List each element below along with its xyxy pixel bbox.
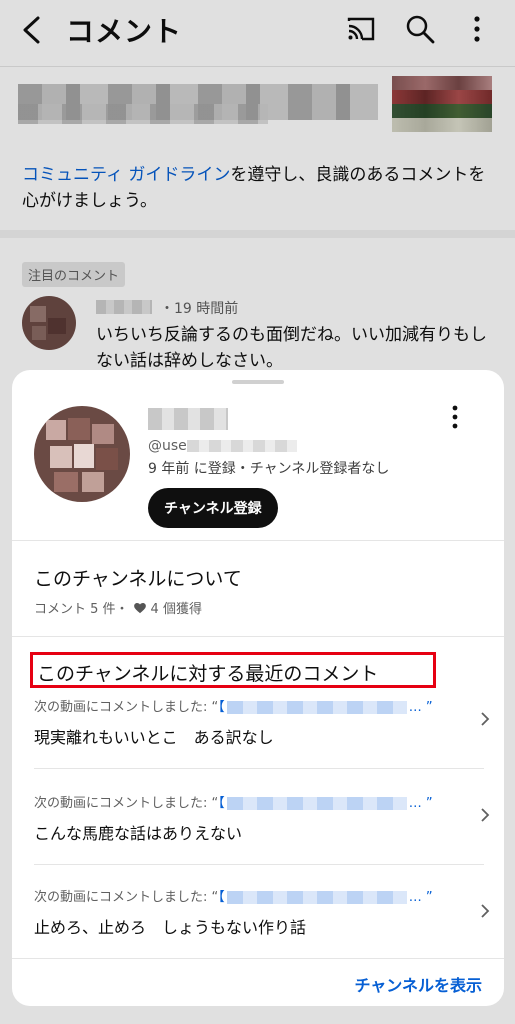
recent-comment-video: 次の動画にコメントしました: “【… ” — [34, 890, 433, 905]
chevron-right-icon — [481, 808, 490, 822]
heart-icon — [133, 602, 146, 613]
recent-comment-video: 次の動画にコメントしました: “【… ” — [34, 796, 433, 811]
channel-meta: 9 年前 に登録・チャンネル登録者なし — [148, 461, 390, 477]
divider — [34, 768, 484, 769]
recent-comments-title: このチャンネルに対する最近のコメント — [30, 652, 436, 688]
recent-comment-text: こんな馬鹿な話はありえない — [34, 824, 243, 843]
channel-avatar[interactable] — [34, 406, 130, 502]
channel-info-sheet: @use 9 年前 に登録・チャンネル登録者なし チャンネル登録 このチャンネル… — [12, 370, 504, 1006]
about-channel-title: このチャンネルについて — [34, 568, 242, 590]
divider — [12, 958, 504, 959]
divider — [12, 636, 504, 637]
like-count: 4 個獲得 — [150, 602, 202, 617]
comment-count: コメント 5 件・ — [34, 602, 129, 617]
channel-name — [148, 408, 228, 430]
divider — [34, 864, 484, 865]
chevron-right-icon — [481, 904, 490, 918]
channel-stats: コメント 5 件・ 4 個獲得 — [34, 598, 202, 617]
chevron-right-icon — [481, 712, 490, 726]
recent-comment-text: 止めろ、止めろ しょうもない作り話 — [34, 918, 307, 937]
recent-comment-video: 次の動画にコメントしました: “【… ” — [34, 700, 433, 715]
channel-handle: @use — [148, 438, 297, 454]
recent-comment-text: 現実離れもいいとこ ある訳なし — [34, 728, 274, 747]
view-channel-button[interactable]: チャンネルを表示 — [354, 972, 482, 996]
recent-comment-item[interactable]: 次の動画にコメントしました: “【… ” 現実離れもいいとこ ある訳なし — [12, 686, 504, 776]
recent-comment-item[interactable]: 次の動画にコメントしました: “【… ” こんな馬鹿な話はありえない — [12, 780, 504, 870]
recent-comment-item[interactable]: 次の動画にコメントしました: “【… ” 止めろ、止めろ しょうもない作り話 — [12, 876, 504, 966]
more-vert-icon[interactable] — [448, 404, 462, 430]
drag-handle[interactable] — [232, 380, 284, 384]
subscribe-button[interactable]: チャンネル登録 — [148, 488, 278, 528]
divider — [12, 540, 504, 541]
